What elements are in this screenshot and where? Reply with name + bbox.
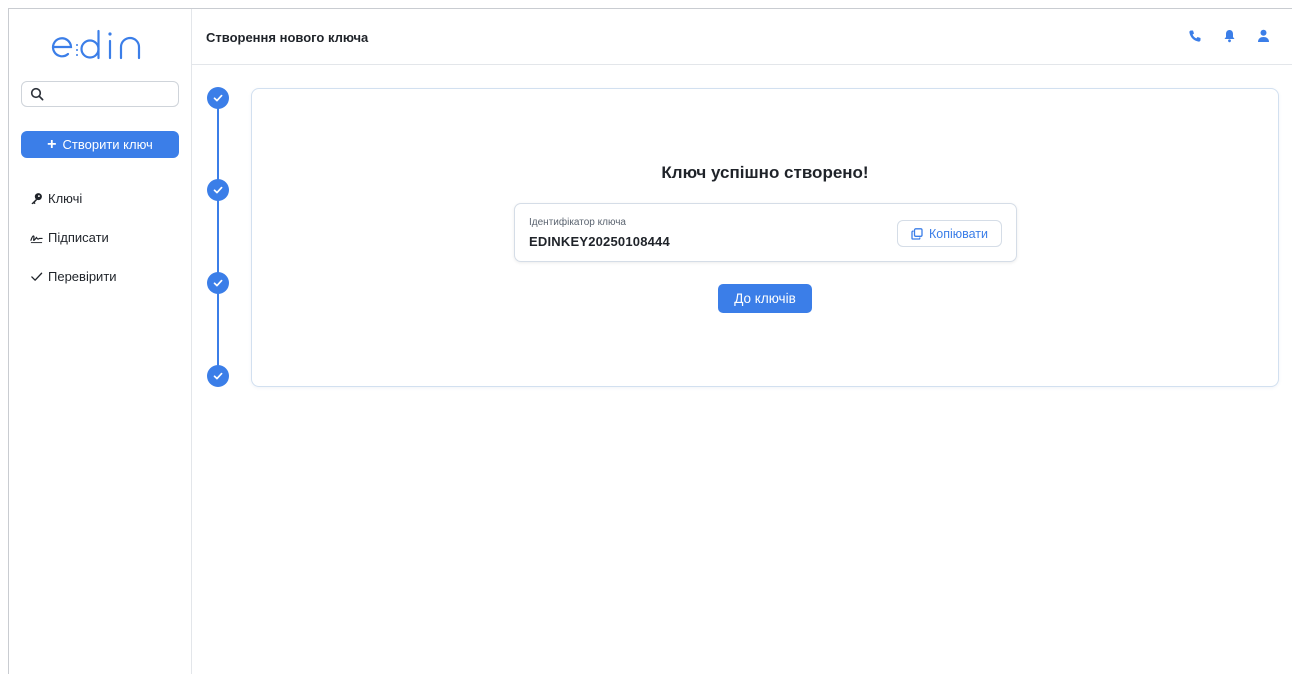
step-2-complete — [207, 179, 229, 201]
check-icon — [213, 186, 223, 194]
sidebar-nav: Ключі Підписати Перевірити — [9, 179, 192, 296]
success-card: Ключ успішно створено! Ідентифікатор клю… — [251, 88, 1279, 387]
header-actions — [1187, 28, 1271, 44]
search-box — [21, 81, 179, 107]
key-id-value: EDINKEY20250108444 — [529, 234, 670, 249]
sidebar-item-label: Перевірити — [48, 269, 117, 284]
stepper-line — [217, 97, 219, 377]
check-icon — [213, 279, 223, 287]
copy-icon — [911, 227, 923, 240]
progress-stepper — [205, 87, 231, 397]
top-header: Створення нового ключа — [192, 9, 1292, 65]
check-icon — [213, 372, 223, 380]
sidebar: + Створити ключ Ключі Підписати Перевіри… — [9, 9, 192, 674]
sidebar-item-label: Ключі — [48, 191, 83, 206]
create-key-button[interactable]: + Створити ключ — [21, 131, 179, 158]
copy-label: Копіювати — [928, 226, 989, 241]
copy-button[interactable]: Копіювати — [897, 220, 1002, 247]
check-icon — [213, 94, 223, 102]
key-id-label: Ідентифікатор ключа — [529, 217, 626, 228]
app-window: + Створити ключ Ключі Підписати Перевіри… — [8, 8, 1292, 674]
user-icon[interactable] — [1255, 28, 1271, 44]
key-id-box: Ідентифікатор ключа EDINKEY20250108444 К… — [514, 203, 1017, 262]
sidebar-item-label: Підписати — [48, 230, 109, 245]
to-keys-button[interactable]: До ключів — [718, 284, 812, 313]
check-icon — [29, 270, 43, 284]
sidebar-item-sign[interactable]: Підписати — [9, 218, 192, 257]
page-title: Створення нового ключа — [206, 30, 369, 45]
search-icon — [30, 87, 44, 101]
sidebar-item-verify[interactable]: Перевірити — [9, 257, 192, 296]
bell-icon[interactable] — [1221, 28, 1237, 44]
edin-logo — [51, 29, 141, 60]
success-heading: Ключ успішно створено! — [661, 163, 869, 182]
key-icon — [29, 192, 43, 206]
signature-icon — [29, 231, 43, 245]
create-key-label: Створити ключ — [62, 137, 153, 152]
step-3-complete — [207, 272, 229, 294]
step-1-complete — [207, 87, 229, 109]
phone-icon[interactable] — [1187, 28, 1203, 44]
step-4-complete — [207, 365, 229, 387]
search-input[interactable] — [50, 84, 175, 104]
plus-icon: + — [47, 135, 57, 153]
sidebar-item-keys[interactable]: Ключі — [9, 179, 192, 218]
